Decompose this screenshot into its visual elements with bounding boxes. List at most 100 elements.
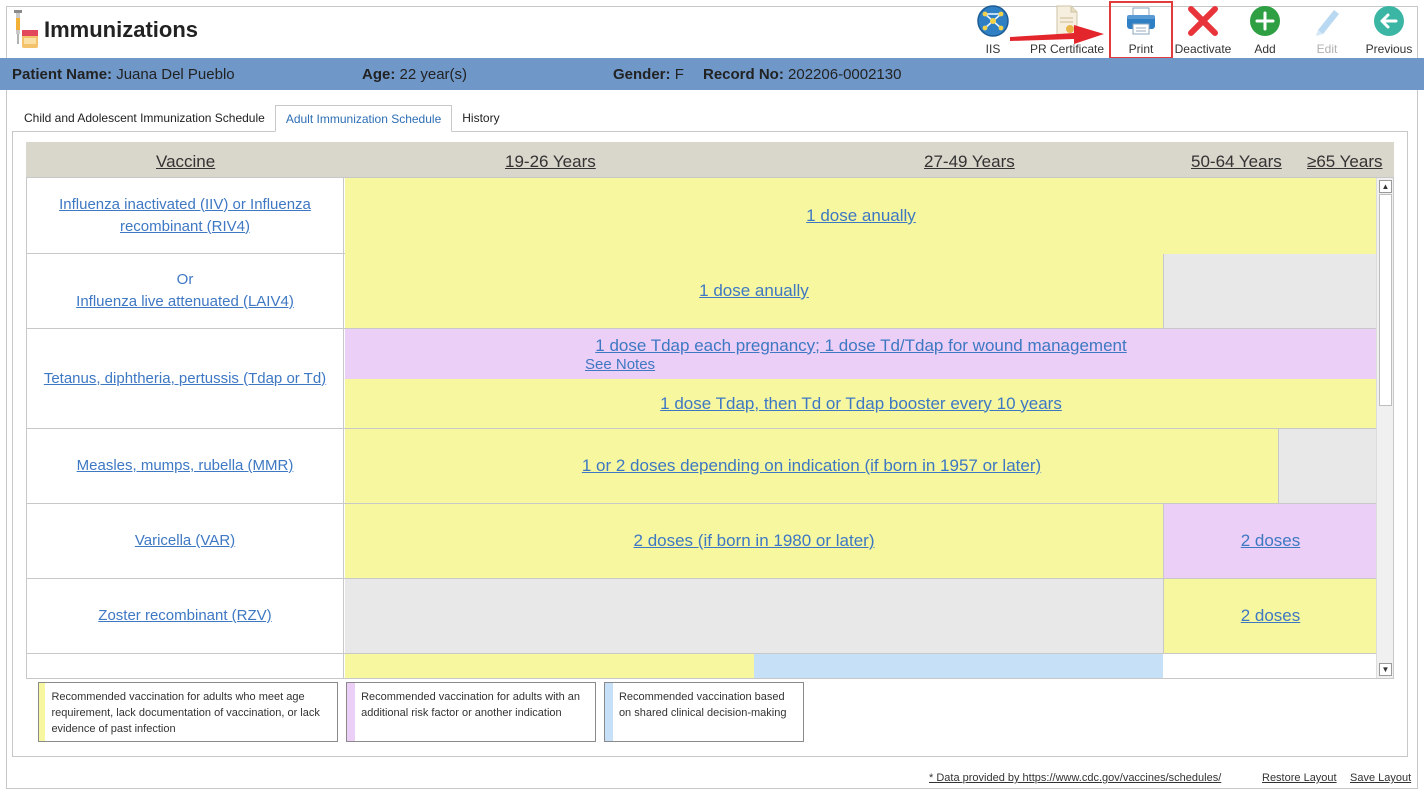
schedule-bar-shared-decision	[754, 654, 1163, 678]
header-27-49-years[interactable]: 27-49 Years	[924, 152, 1015, 172]
schedule-bar-not-recommended	[345, 579, 1163, 653]
vaccine-link-influenza-live[interactable]: Influenza live attenuated (LAIV4)	[76, 291, 294, 313]
legend-text: Recommended vaccination for adults with …	[361, 691, 580, 719]
scroll-thumb[interactable]	[1379, 194, 1392, 406]
tab-child-adolescent-schedule[interactable]: Child and Adolescent Immunization Schedu…	[14, 105, 275, 132]
printer-icon	[1127, 7, 1155, 35]
vaccine-link-zoster[interactable]: Zoster recombinant (RZV)	[98, 605, 271, 627]
schedule-link[interactable]: 1 dose anually	[699, 281, 809, 301]
restore-layout-link[interactable]: Restore Layout	[1262, 772, 1337, 784]
edit-button[interactable]: Edit	[1296, 2, 1358, 58]
table-row: Influenza inactivated (IIV) or Influenza…	[27, 178, 1377, 254]
schedule-bar-risk-factor: 2 doses	[1163, 504, 1377, 578]
pencil-icon	[1316, 10, 1339, 36]
print-button[interactable]: Print	[1109, 1, 1173, 59]
schedule-link[interactable]: 1 dose anually	[806, 206, 916, 226]
header-vaccine[interactable]: Vaccine	[156, 152, 215, 172]
schedule-link[interactable]: 2 doses	[1241, 531, 1301, 551]
vaccine-cell	[27, 654, 344, 678]
schedule-bar-not-recommended	[1278, 429, 1377, 503]
schedule-link[interactable]: 2 doses (if born in 1980 or later)	[634, 531, 875, 551]
schedule-bar-routine: 2 doses (if born in 1980 or later)	[345, 504, 1163, 578]
previous-button[interactable]: Previous	[1358, 2, 1420, 58]
table-row: Tetanus, diphtheria, pertussis (Tdap or …	[27, 329, 1377, 429]
patient-gender-field: Gender: F	[613, 66, 684, 83]
schedule-link[interactable]: 1 or 2 doses depending on indication (if…	[582, 456, 1041, 476]
scroll-up-icon[interactable]: ▲	[1379, 180, 1392, 193]
deactivate-button[interactable]: Deactivate	[1172, 2, 1234, 58]
schedule-bar-not-recommended	[1163, 254, 1377, 328]
schedule-bar-routine: 2 doses	[1163, 579, 1377, 653]
tab-adult-schedule[interactable]: Adult Immunization Schedule	[274, 105, 453, 132]
edit-label: Edit	[1316, 42, 1338, 56]
schedule-bar-routine: 1 dose Tdap, then Td or Tdap booster eve…	[345, 379, 1377, 428]
tab-history[interactable]: History	[452, 105, 509, 132]
legend-item-risk-factor: Recommended vaccination for adults with …	[346, 682, 596, 742]
vaccine-link-tdap[interactable]: Tetanus, diphtheria, pertussis (Tdap or …	[44, 368, 326, 390]
schedule-bar-routine: 1 dose anually	[345, 254, 1163, 328]
cdc-source-link[interactable]: * Data provided by https://www.cdc.gov/v…	[929, 772, 1221, 784]
vaccine-link-mmr[interactable]: Measles, mumps, rubella (MMR)	[77, 455, 294, 477]
close-x-icon	[1188, 6, 1218, 36]
save-layout-link[interactable]: Save Layout	[1350, 772, 1411, 784]
or-text: Or	[176, 271, 194, 288]
previous-label: Previous	[1365, 42, 1413, 56]
immunization-app-icon	[14, 10, 38, 48]
legend-text: Recommended vaccination for adults who m…	[51, 691, 320, 735]
patient-gender-value: F	[674, 66, 684, 83]
legend-swatch-purple	[347, 683, 356, 741]
schedule-bar-risk-factor: 1 dose Tdap each pregnancy; 1 dose Td/Td…	[345, 329, 1377, 379]
schedule-bar-empty	[1163, 654, 1377, 678]
schedule-bar-routine: 1 or 2 doses depending on indication (if…	[345, 429, 1278, 503]
patient-name-value: Juana Del Pueblo	[116, 66, 235, 83]
vertical-scrollbar[interactable]: ▲ ▼	[1376, 178, 1393, 678]
vaccine-cell: Tetanus, diphtheria, pertussis (Tdap or …	[27, 329, 344, 428]
page-title: Immunizations	[44, 17, 199, 42]
vaccine-cell: Or Influenza live attenuated (LAIV4)	[27, 254, 344, 328]
schedule-grid: Influenza inactivated (IIV) or Influenza…	[26, 177, 1394, 679]
legend-item-routine: Recommended vaccination for adults who m…	[38, 682, 338, 742]
schedule-bar-routine	[345, 654, 754, 678]
patient-record-field: Record No: 202206-0002130	[703, 66, 902, 83]
table-row: Or Influenza live attenuated (LAIV4) 1 d…	[27, 254, 1377, 329]
schedule-tabs: Child and Adolescent Immunization Schedu…	[14, 105, 510, 132]
patient-age-field: Age: 22 year(s)	[362, 66, 468, 83]
schedule-link[interactable]: 2 doses	[1241, 606, 1301, 626]
legend-item-shared-decision: Recommended vaccination based on shared …	[604, 682, 804, 742]
schedule-grid-header: Vaccine 19-26 Years 27-49 Years 50-64 Ye…	[26, 142, 1394, 177]
plus-circle-icon	[1250, 6, 1280, 36]
table-row	[27, 654, 1377, 678]
schedule-link[interactable]: 1 dose Tdap each pregnancy; 1 dose Td/Td…	[595, 336, 1126, 356]
header-19-26-years[interactable]: 19-26 Years	[505, 152, 596, 172]
vaccine-link-influenza-inactivated[interactable]: Influenza inactivated (IIV) or Influenza…	[35, 194, 335, 238]
network-globe-icon	[977, 5, 1009, 37]
vaccine-cell: Varicella (VAR)	[27, 504, 344, 578]
table-row: Zoster recombinant (RZV) 2 doses	[27, 579, 1377, 654]
table-row: Measles, mumps, rubella (MMR) 1 or 2 dos…	[27, 429, 1377, 504]
patient-name-field: Patient Name: Juana Del Pueblo	[12, 66, 235, 83]
header-50-64-years[interactable]: 50-64 Years	[1191, 152, 1282, 172]
vaccine-cell: Zoster recombinant (RZV)	[27, 579, 344, 653]
see-notes-link[interactable]: See Notes	[585, 356, 655, 373]
patient-info-bar: Patient Name: Juana Del Pueblo Age: 22 y…	[0, 58, 1424, 90]
legend-swatch-blue	[605, 683, 613, 741]
table-row: Varicella (VAR) 2 doses (if born in 1980…	[27, 504, 1377, 579]
vaccine-cell: Influenza inactivated (IIV) or Influenza…	[27, 178, 344, 253]
schedule-link[interactable]: 1 dose Tdap, then Td or Tdap booster eve…	[660, 394, 1062, 414]
deactivate-label: Deactivate	[1174, 42, 1232, 56]
patient-record-value: 202206-0002130	[788, 66, 902, 83]
add-label: Add	[1254, 42, 1276, 56]
annotation-arrow-icon	[1010, 25, 1104, 44]
vaccine-link-varicella[interactable]: Varicella (VAR)	[135, 530, 235, 552]
app-header: Immunizations IIS PR Certificate Print D…	[0, 0, 1424, 59]
arrow-left-circle-icon	[1374, 6, 1404, 36]
iis-label: IIS	[985, 42, 1001, 56]
header-65-plus-years[interactable]: ≥65 Years	[1307, 152, 1383, 172]
schedule-bar-routine: 1 dose anually	[345, 178, 1377, 254]
legend-text: Recommended vaccination based on shared …	[618, 691, 787, 719]
patient-age-value: 22 year(s)	[399, 66, 468, 83]
vaccine-cell: Measles, mumps, rubella (MMR)	[27, 429, 344, 503]
print-label: Print	[1128, 42, 1154, 56]
add-button[interactable]: Add	[1234, 2, 1296, 58]
scroll-down-icon[interactable]: ▼	[1379, 663, 1392, 676]
